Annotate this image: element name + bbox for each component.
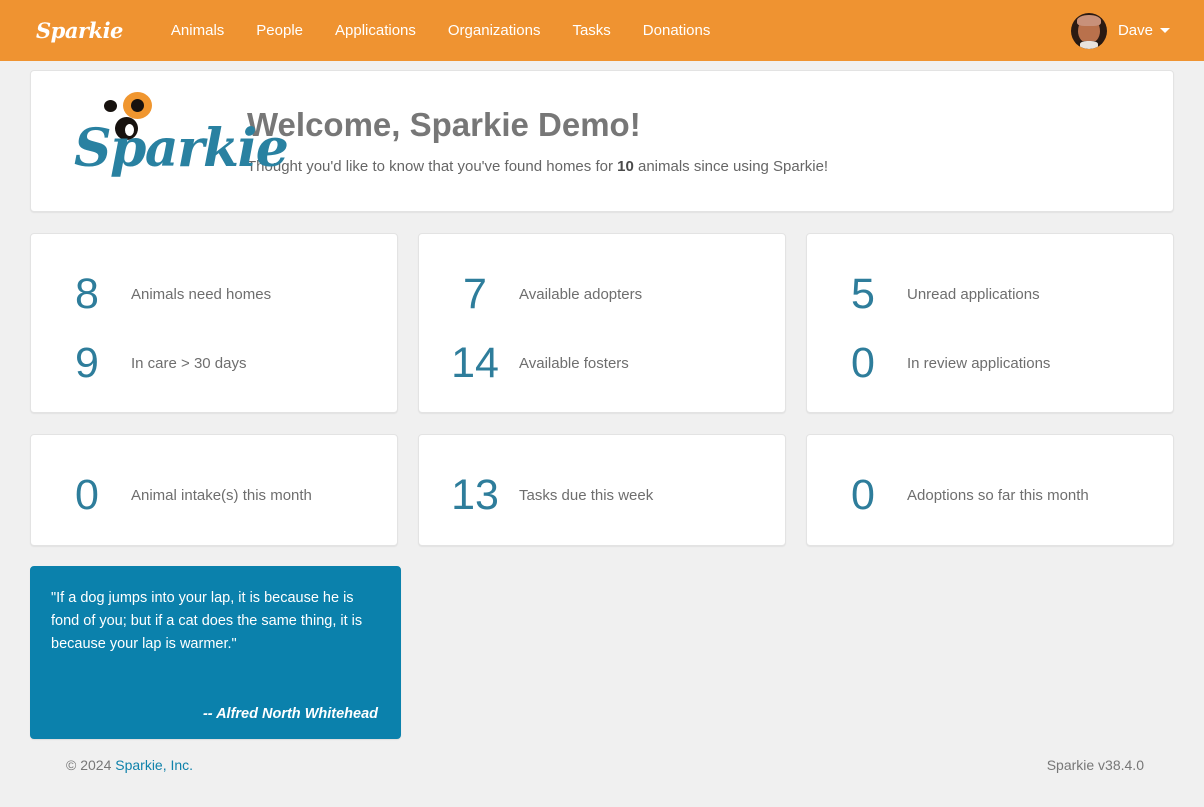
stat-card-tasks: 13 Tasks due this week	[418, 434, 786, 546]
stat-label: Adoptions so far this month	[907, 487, 1089, 504]
nav-link-organizations[interactable]: Organizations	[432, 0, 557, 61]
stat-value: 0	[43, 474, 131, 517]
stat-item: 0 Adoptions so far this month	[807, 461, 1173, 530]
welcome-homes-count: 10	[617, 158, 634, 175]
stat-item: 13 Tasks due this week	[419, 461, 785, 530]
stats-row-2: 0 Animal intake(s) this month 13 Tasks d…	[30, 434, 1174, 546]
stat-item: 14 Available fosters	[419, 329, 785, 398]
logo-wordmark: Sparkie	[74, 123, 204, 175]
stat-label: Unread applications	[907, 286, 1040, 303]
page-footer: © 2024 Sparkie, Inc. Sparkie v38.4.0	[30, 739, 1174, 773]
stat-label: In care > 30 days	[131, 355, 247, 372]
stat-item: 8 Animals need homes	[31, 260, 397, 329]
avatar-collar	[1080, 41, 1098, 49]
welcome-panel: Sparkie Welcome, Sparkie Demo! Thought y…	[30, 70, 1174, 212]
stat-item: 0 Animal intake(s) this month	[31, 461, 397, 530]
stat-label: Tasks due this week	[519, 487, 653, 504]
nav-link-animals[interactable]: Animals	[155, 0, 240, 61]
nav-link-tasks[interactable]: Tasks	[556, 0, 626, 61]
sparkie-logo: Sparkie	[53, 82, 225, 200]
chevron-down-icon	[1160, 28, 1170, 33]
user-menu[interactable]: Dave	[1071, 13, 1186, 49]
user-name-label: Dave	[1118, 22, 1153, 39]
nav-link-applications[interactable]: Applications	[319, 0, 432, 61]
stat-value: 7	[431, 273, 519, 316]
quote-author: -- Alfred North Whitehead	[51, 706, 378, 724]
footer-company-link[interactable]: Sparkie, Inc.	[115, 757, 193, 773]
welcome-subtitle: Thought you'd like to know that you've f…	[247, 158, 828, 175]
stat-item: 5 Unread applications	[807, 260, 1173, 329]
stat-card-applications: 5 Unread applications 0 In review applic…	[806, 233, 1174, 413]
nav-link-donations[interactable]: Donations	[627, 0, 727, 61]
stat-label: Animal intake(s) this month	[131, 487, 312, 504]
top-navbar: Sparkie Animals People Applications Orga…	[0, 0, 1204, 61]
stat-label: In review applications	[907, 355, 1050, 372]
welcome-subtitle-after: animals since using Sparkie!	[634, 158, 828, 175]
quote-card: "If a dog jumps into your lap, it is bec…	[30, 566, 401, 739]
stat-card-people: 7 Available adopters 14 Available foster…	[418, 233, 786, 413]
stat-value: 0	[819, 474, 907, 517]
stat-label: Available adopters	[519, 286, 642, 303]
brand-logo[interactable]: Sparkie	[30, 14, 129, 47]
stat-value: 13	[431, 474, 519, 517]
stat-value: 8	[43, 273, 131, 316]
stat-value: 14	[431, 342, 519, 385]
stat-value: 9	[43, 342, 131, 385]
nav-links: Animals People Applications Organization…	[155, 0, 726, 61]
logo-dot-icon	[104, 100, 117, 112]
sparkie-logo-graphic: Sparkie	[74, 89, 204, 193]
footer-version: Sparkie v38.4.0	[1047, 757, 1144, 773]
page-title: Welcome, Sparkie Demo!	[247, 107, 828, 143]
logo-orange-ring-icon	[123, 92, 152, 119]
stat-item: 7 Available adopters	[419, 260, 785, 329]
stat-card-adoptions: 0 Adoptions so far this month	[806, 434, 1174, 546]
stats-row-1: 8 Animals need homes 9 In care > 30 days…	[30, 233, 1174, 413]
stat-card-animals: 8 Animals need homes 9 In care > 30 days	[30, 233, 398, 413]
quote-row: "If a dog jumps into your lap, it is bec…	[30, 566, 1174, 739]
welcome-text-block: Welcome, Sparkie Demo! Thought you'd lik…	[225, 107, 828, 174]
page-content: Sparkie Welcome, Sparkie Demo! Thought y…	[0, 70, 1204, 773]
welcome-subtitle-before: Thought you'd like to know that you've f…	[247, 158, 617, 175]
stat-value: 5	[819, 273, 907, 316]
stat-value: 0	[819, 342, 907, 385]
nav-link-people[interactable]: People	[240, 0, 319, 61]
footer-copyright: © 2024	[66, 757, 111, 773]
avatar-hair	[1077, 15, 1101, 26]
stat-item: 9 In care > 30 days	[31, 329, 397, 398]
quote-text: "If a dog jumps into your lap, it is bec…	[51, 587, 378, 655]
stat-card-intakes: 0 Animal intake(s) this month	[30, 434, 398, 546]
stat-label: Available fosters	[519, 355, 629, 372]
user-avatar	[1071, 13, 1107, 49]
stat-label: Animals need homes	[131, 286, 271, 303]
stat-item: 0 In review applications	[807, 329, 1173, 398]
